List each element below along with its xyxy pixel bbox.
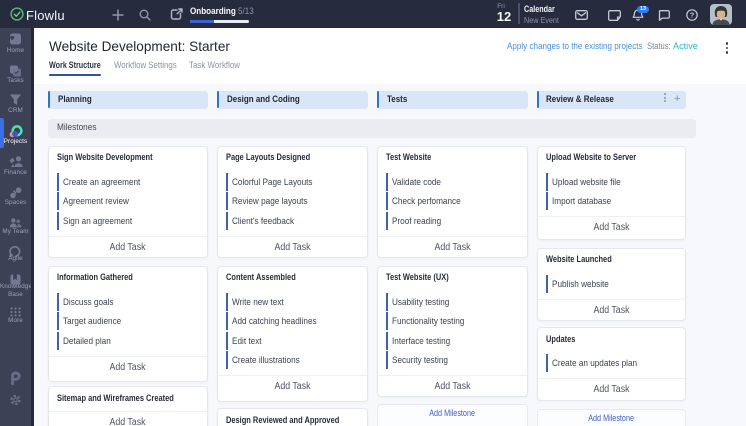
svg-text:?: ? [690,11,695,20]
